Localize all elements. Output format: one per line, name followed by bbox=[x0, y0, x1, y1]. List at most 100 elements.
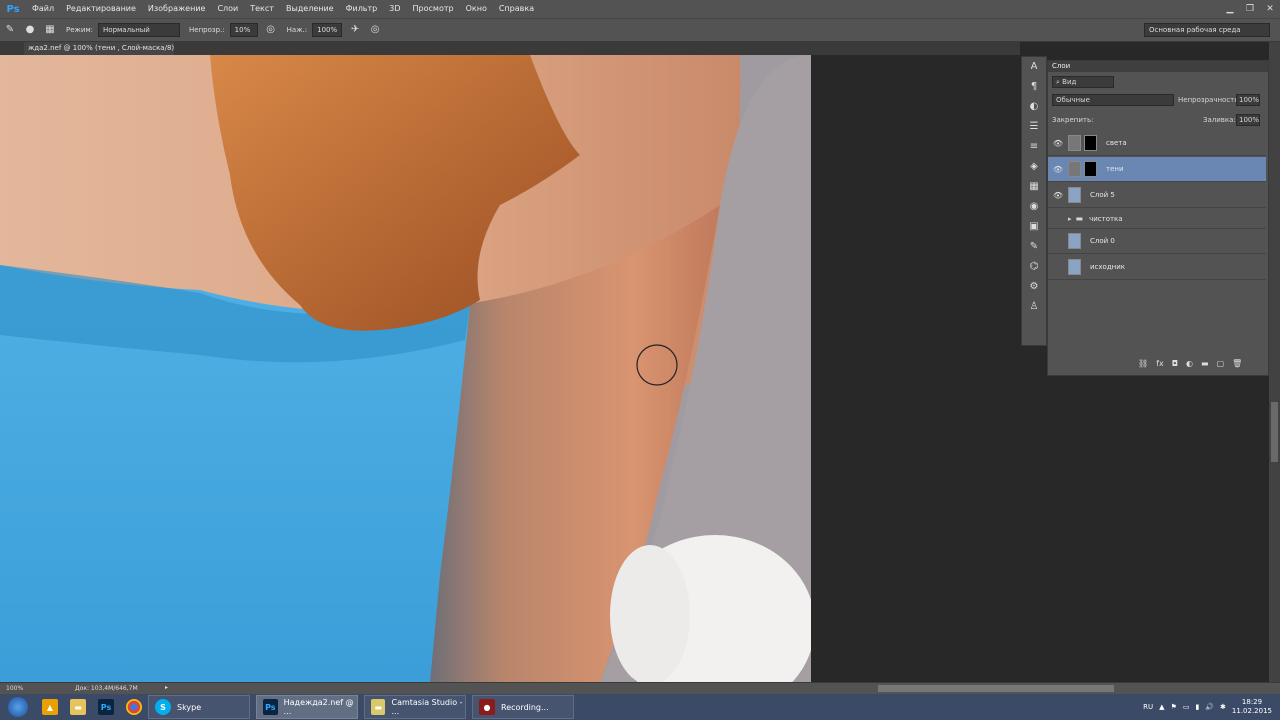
workspace-select[interactable]: Основная рабочая среда bbox=[1144, 23, 1270, 37]
eye-icon[interactable]: 👁 bbox=[1048, 139, 1068, 148]
restore-icon[interactable]: ❐ bbox=[1240, 0, 1260, 18]
adjustment-layer-icon[interactable]: ◐ bbox=[1186, 359, 1193, 371]
layer-thumbnail bbox=[1068, 233, 1081, 249]
menu-help[interactable]: Справка bbox=[493, 0, 540, 18]
navigator-panel-icon[interactable]: ▣ bbox=[1022, 217, 1046, 237]
brush-preset-icon[interactable]: ✎ bbox=[3, 23, 17, 37]
add-mask-icon[interactable]: ◘ bbox=[1172, 359, 1178, 371]
actions-panel-icon[interactable]: ⚙ bbox=[1022, 277, 1046, 297]
scroll-thumb[interactable] bbox=[1271, 402, 1278, 462]
layer-thumbnail bbox=[1068, 187, 1081, 203]
layer-opacity-input[interactable]: 100% bbox=[1236, 94, 1260, 106]
fx-icon[interactable]: fx bbox=[1156, 359, 1164, 371]
swatches-panel-icon[interactable]: ▦ bbox=[1022, 177, 1046, 197]
layer-row[interactable]: Слой 0 bbox=[1048, 229, 1266, 254]
paths-panel-icon[interactable]: ⌬ bbox=[1022, 257, 1046, 277]
menu-view[interactable]: Просмотр bbox=[407, 0, 460, 18]
mode-select[interactable]: Нормальный bbox=[98, 23, 181, 37]
taskbar-app-camtasia[interactable]: ▬ Camtasia Studio - ... bbox=[364, 695, 466, 719]
eye-icon[interactable]: 👁 bbox=[1048, 165, 1068, 174]
menu-3d[interactable]: 3D bbox=[383, 0, 406, 18]
photoshop-icon: Ps bbox=[263, 699, 278, 715]
chrome-icon bbox=[126, 699, 142, 715]
taskbar-app-photoshop[interactable]: Ps Надежда2.nef @ ... bbox=[256, 695, 358, 719]
document-canvas[interactable] bbox=[0, 55, 811, 682]
styles-panel-icon[interactable]: ◉ bbox=[1022, 197, 1046, 217]
menu-image[interactable]: Изображение bbox=[142, 0, 212, 18]
layers-footer-toolbar: ⛓ fx ◘ ◐ ▬ ▢ 🗑 bbox=[1138, 359, 1264, 371]
trash-icon[interactable]: 🗑 bbox=[1232, 359, 1242, 371]
link-icon[interactable]: ⛓ bbox=[1138, 359, 1148, 371]
status-arrow-icon[interactable]: ▸ bbox=[165, 684, 168, 691]
fill-input[interactable]: 100% bbox=[1236, 114, 1260, 126]
airbrush-icon[interactable]: ✈ bbox=[348, 23, 362, 37]
taskbar-pinned-chrome[interactable] bbox=[120, 695, 148, 719]
layer-row[interactable]: 👁 света bbox=[1048, 131, 1266, 156]
flag-icon[interactable]: ⚑ bbox=[1171, 703, 1177, 711]
expand-arrow-icon[interactable]: ▸ bbox=[1068, 215, 1072, 223]
paragraph-panel-icon[interactable]: ¶ bbox=[1022, 77, 1046, 97]
new-group-icon[interactable]: ▬ bbox=[1201, 359, 1209, 371]
taskbar-pinned-avast[interactable]: ▲ bbox=[36, 695, 64, 719]
vertical-scrollbar[interactable] bbox=[1269, 42, 1280, 682]
menu-edit[interactable]: Редактирование bbox=[60, 0, 142, 18]
clock[interactable]: 18:29 11.02.2015 bbox=[1232, 698, 1272, 716]
layer-row[interactable]: 👁 Слой 5 bbox=[1048, 183, 1266, 208]
menu-select[interactable]: Выделение bbox=[280, 0, 340, 18]
network-icon[interactable]: ▮ bbox=[1195, 703, 1199, 711]
camtasia-icon: ▬ bbox=[371, 699, 386, 715]
mask-thumbnail bbox=[1084, 161, 1097, 177]
recording-icon: ● bbox=[479, 699, 495, 715]
adjustment-thumbnail bbox=[1068, 135, 1081, 151]
pressure-size-icon[interactable]: ◎ bbox=[368, 23, 382, 37]
menu-file[interactable]: Файл bbox=[26, 0, 60, 18]
skype-icon: S bbox=[155, 699, 171, 715]
bluetooth-icon[interactable]: ✱ bbox=[1220, 703, 1226, 711]
menu-type[interactable]: Текст bbox=[244, 0, 280, 18]
eye-icon[interactable]: 👁 bbox=[1048, 191, 1068, 200]
taskbar-app-recording[interactable]: ● Recording... bbox=[472, 695, 574, 719]
taskbar-pinned-photoshop[interactable]: Ps bbox=[92, 695, 120, 719]
layer-filter-select[interactable]: ⌕ Вид bbox=[1052, 76, 1114, 88]
minimize-icon[interactable]: ▁ bbox=[1220, 0, 1240, 18]
new-layer-icon[interactable]: ▢ bbox=[1217, 359, 1225, 371]
pasteboard bbox=[811, 55, 1021, 682]
start-button[interactable] bbox=[0, 695, 36, 719]
menu-layers[interactable]: Слои bbox=[211, 0, 244, 18]
layer-row[interactable]: исходник bbox=[1048, 255, 1266, 280]
horizontal-scroll-thumb[interactable] bbox=[878, 685, 1114, 692]
status-bar: 100% Док: 103,4M/646,7M ▸ bbox=[0, 682, 1280, 694]
photoshop-logo: Ps bbox=[6, 3, 20, 15]
zoom-level[interactable]: 100% bbox=[6, 685, 23, 692]
layer-name: света bbox=[1106, 139, 1127, 147]
flow-input[interactable]: 100% bbox=[312, 23, 343, 37]
brush-size-icon[interactable]: ● bbox=[23, 23, 37, 37]
pressure-opacity-icon[interactable]: ◎ bbox=[264, 23, 278, 37]
adjustments-panel-icon[interactable]: ☰ bbox=[1022, 117, 1046, 137]
blend-mode-select[interactable]: Обычные bbox=[1052, 94, 1174, 106]
opacity-input[interactable]: 10% bbox=[229, 23, 258, 37]
brush-presets-panel-icon[interactable]: ✎ bbox=[1022, 237, 1046, 257]
brush-panel-icon[interactable]: ▦ bbox=[43, 23, 57, 37]
color-panel-icon[interactable]: ◐ bbox=[1022, 97, 1046, 117]
menu-filter[interactable]: Фильтр bbox=[340, 0, 384, 18]
panel-dock: A ¶ ◐ ☰ ≡ ◈ ▦ ◉ ▣ ✎ ⌬ ⚙ ♙ bbox=[1021, 56, 1047, 346]
properties-panel-icon[interactable]: ≡ bbox=[1022, 137, 1046, 157]
windows-logo-icon bbox=[8, 697, 28, 717]
language-indicator[interactable]: RU bbox=[1143, 703, 1153, 711]
lock-label: Закрепить: bbox=[1052, 116, 1094, 124]
layer-group-row[interactable]: ▸ ▬ чистотка bbox=[1048, 209, 1266, 229]
taskbar-pinned-explorer[interactable]: ▬ bbox=[64, 695, 92, 719]
volume-icon[interactable]: 🔊 bbox=[1205, 703, 1214, 711]
close-icon[interactable]: ✕ bbox=[1260, 0, 1280, 18]
document-tab[interactable]: жда2.nef @ 100% (тени , Слой-маска/8) * bbox=[24, 42, 174, 55]
tray-up-arrow-icon[interactable]: ▲ bbox=[1159, 703, 1164, 711]
taskbar-app-label: Recording... bbox=[501, 702, 549, 712]
menu-window[interactable]: Окно bbox=[460, 0, 493, 18]
display-icon[interactable]: ▭ bbox=[1183, 703, 1190, 711]
character-panel-icon[interactable]: A bbox=[1022, 57, 1046, 77]
layer-row-selected[interactable]: 👁 тени bbox=[1048, 157, 1266, 182]
clone-source-panel-icon[interactable]: ♙ bbox=[1022, 297, 1046, 317]
3d-panel-icon[interactable]: ◈ bbox=[1022, 157, 1046, 177]
taskbar-app-skype[interactable]: S Skype bbox=[148, 695, 250, 719]
